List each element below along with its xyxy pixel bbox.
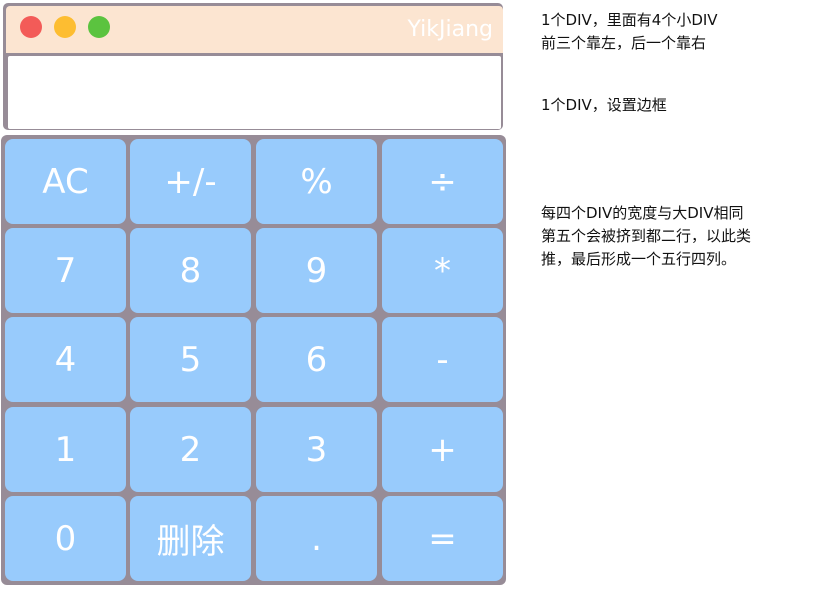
- key-add[interactable]: +: [382, 407, 503, 492]
- key-6[interactable]: 6: [256, 317, 377, 402]
- key-9[interactable]: 9: [256, 228, 377, 313]
- result-display: [8, 56, 501, 129]
- title-bar: YikJiang: [6, 6, 503, 53]
- key-5[interactable]: 5: [130, 317, 251, 402]
- key-multiply[interactable]: *: [382, 228, 503, 313]
- key-subtract[interactable]: -: [382, 317, 503, 402]
- note-line: 第五个会被挤到都二行，以此类: [541, 227, 752, 245]
- key-delete[interactable]: 删除: [130, 496, 251, 581]
- key-3[interactable]: 3: [256, 407, 377, 492]
- keypad: AC +/- % ÷ 7 8 9 * 4 5 6 - 1 2 3 + 0 删除 …: [1, 135, 506, 585]
- key-sign[interactable]: +/-: [130, 139, 251, 224]
- close-button[interactable]: [20, 16, 42, 38]
- note-line: 每四个DIV的宽度与大DIV相同: [541, 204, 744, 222]
- key-7[interactable]: 7: [5, 228, 126, 313]
- key-clear[interactable]: AC: [5, 139, 126, 224]
- minimize-button[interactable]: [54, 16, 76, 38]
- key-1[interactable]: 1: [5, 407, 126, 492]
- key-4[interactable]: 4: [5, 317, 126, 402]
- note-line: 1个DIV，设置边框: [541, 96, 667, 114]
- key-8[interactable]: 8: [130, 228, 251, 313]
- keypad-note: 每四个DIV的宽度与大DIV相同 第五个会被挤到都二行，以此类 推，最后形成一个…: [541, 202, 751, 271]
- key-2[interactable]: 2: [130, 407, 251, 492]
- maximize-button[interactable]: [88, 16, 110, 38]
- key-percent[interactable]: %: [256, 139, 377, 224]
- note-line: 前三个靠左，后一个靠右: [541, 34, 707, 52]
- key-divide[interactable]: ÷: [382, 139, 503, 224]
- calculator-window: YikJiang: [3, 3, 503, 130]
- display-note: 1个DIV，设置边框: [541, 94, 667, 117]
- key-decimal[interactable]: .: [256, 496, 377, 581]
- key-0[interactable]: 0: [5, 496, 126, 581]
- key-equals[interactable]: =: [382, 496, 503, 581]
- note-line: 推，最后形成一个五行四列。: [541, 250, 737, 268]
- app-brand: YikJiang: [407, 17, 494, 42]
- note-line: 1个DIV，里面有4个小DIV: [541, 11, 718, 29]
- titlebar-note: 1个DIV，里面有4个小DIV 前三个靠左，后一个靠右: [541, 9, 718, 55]
